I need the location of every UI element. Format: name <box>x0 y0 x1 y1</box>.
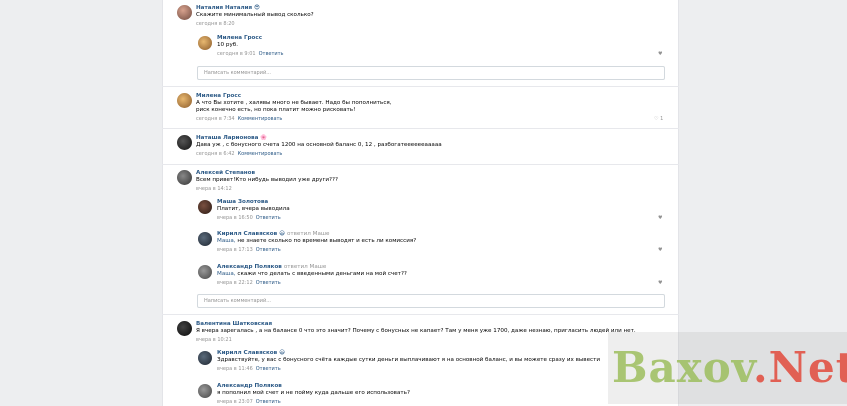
like-icon[interactable]: ♥ <box>658 51 662 57</box>
comment-time[interactable]: сегодня в 6:42 <box>196 151 235 157</box>
reply-text: я пополнил мой счет и не пойму куда даль… <box>217 390 410 396</box>
avatar[interactable] <box>177 93 192 108</box>
reply-time[interactable]: вчера в 17:13 <box>217 247 253 253</box>
comment-input[interactable]: Написать комментарий... <box>197 294 665 308</box>
reply-author[interactable]: Маша Золотова <box>217 199 268 205</box>
comment-time[interactable]: вчера в 10:21 <box>196 337 232 343</box>
comment-text: Я вчера зарегалась , а на балансе 0 что … <box>196 328 636 334</box>
like-icon[interactable]: ♥ <box>658 247 662 253</box>
avatar[interactable] <box>198 36 212 50</box>
divider <box>162 86 679 87</box>
reply-button[interactable]: Ответить <box>256 366 281 372</box>
reply-meta: вчера в 16:50 Ответить <box>217 215 281 221</box>
reply-meta: вчера в 22:12 Ответить <box>217 280 281 286</box>
reply-text: 10 руб. <box>217 42 238 48</box>
comment-author[interactable]: Валентина Шатковская <box>196 321 272 327</box>
avatar[interactable] <box>198 351 212 365</box>
comment-author[interactable]: Милена Гросс <box>196 93 241 99</box>
avatar[interactable] <box>198 232 212 246</box>
divider <box>162 164 679 165</box>
reply-text: Маша, не знаете сколько по времени вывод… <box>217 238 416 245</box>
reply-time[interactable]: вчера в 22:12 <box>217 280 253 286</box>
like-icon[interactable]: ♥ <box>658 215 662 221</box>
reply-body: скажи что делать с введенными деньгами н… <box>235 271 407 277</box>
reply-time[interactable]: сегодня в 9:01 <box>217 51 256 57</box>
watermark-logo: Baxov.Net <box>612 343 847 392</box>
avatar[interactable] <box>177 5 192 20</box>
comment-time[interactable]: вчера в 14:12 <box>196 186 232 192</box>
comment-time[interactable]: сегодня в 8:20 <box>196 21 235 27</box>
reply-text: Платит, вчера выводила <box>217 206 290 212</box>
reply-body: не знаете сколько по времени выводят и е… <box>235 238 417 244</box>
like-icon[interactable]: ♥ <box>658 280 662 286</box>
watermark-dot: . <box>752 343 769 392</box>
watermark-part2: Net <box>768 343 847 392</box>
comment-input[interactable]: Написать комментарий... <box>197 66 665 80</box>
reply-to-label: ответил Маше <box>286 231 330 237</box>
comment-action-button[interactable]: Комментировать <box>238 151 283 157</box>
reply-button[interactable]: Ответить <box>256 247 281 253</box>
reply-button[interactable]: Ответить <box>259 51 284 57</box>
reply-author[interactable]: Милена Гросс <box>217 35 262 41</box>
comment-text: Дава уж , с бонусного счета 1200 на осно… <box>196 142 442 148</box>
avatar[interactable] <box>198 200 212 214</box>
reply-author[interactable]: Александр Поляков <box>217 383 282 389</box>
avatar[interactable] <box>198 265 212 279</box>
reply-meta: вчера в 17:13 Ответить <box>217 247 281 253</box>
mention-link[interactable]: Маша, <box>217 271 236 277</box>
comment-text: Скажите минимальный вывод сколько? <box>196 12 314 18</box>
comment-action-button[interactable]: Комментировать <box>238 116 283 122</box>
reply-button[interactable]: Ответить <box>256 399 281 405</box>
comment-author[interactable]: Наташа Ларионова 🌸 <box>196 135 267 141</box>
comment-author[interactable]: Наталия Наталия 😎 <box>196 5 260 11</box>
reply-to-label: ответил Маше <box>283 264 327 270</box>
comment-time[interactable]: сегодня в 7:34 <box>196 116 235 122</box>
reply-button[interactable]: Ответить <box>256 280 281 286</box>
comment-text: Всем привет!Кто нибудь выводил уже други… <box>196 177 338 183</box>
comment-text-line: риск конечно есть, но пока платит можно … <box>196 107 356 113</box>
avatar[interactable] <box>198 384 212 398</box>
comment-author[interactable]: Алексей Степанов <box>196 170 255 176</box>
reply-time[interactable]: вчера в 16:50 <box>217 215 253 221</box>
avatar[interactable] <box>177 170 192 185</box>
comment-meta: сегодня в 6:42 Комментировать <box>196 151 282 157</box>
reply-text: Здравствуйте, у вас с бонусного счёта ка… <box>217 357 600 363</box>
reply-author-name[interactable]: Александр Поляков <box>217 264 282 270</box>
avatar[interactable] <box>177 135 192 150</box>
reply-meta: вчера в 11:46 Ответить <box>217 366 281 372</box>
reply-text: Маша, скажи что делать с введенными день… <box>217 271 407 278</box>
reply-author[interactable]: Кирилл Славясков 😃 <box>217 350 285 356</box>
reply-time[interactable]: вчера в 23:07 <box>217 399 253 405</box>
reply-author: Кирилл Славясков 😃 ответил Маше <box>217 231 329 237</box>
reply-button[interactable]: Ответить <box>256 215 281 221</box>
reply-author: Александр Поляков ответил Маше <box>217 264 326 270</box>
reply-time[interactable]: вчера в 11:46 <box>217 366 253 372</box>
divider <box>162 314 679 315</box>
like-icon[interactable]: ♡ 1 <box>654 116 663 122</box>
reply-author-name[interactable]: Кирилл Славясков 😃 <box>217 231 285 237</box>
mention-link[interactable]: Маша, <box>217 238 236 244</box>
watermark-part1: Baxov <box>612 343 753 392</box>
comment-meta: сегодня в 7:34 Комментировать <box>196 116 282 122</box>
reply-meta: вчера в 23:07 Ответить <box>217 399 281 405</box>
reply-meta: сегодня в 9:01 Ответить <box>217 51 284 57</box>
divider <box>162 128 679 129</box>
avatar[interactable] <box>177 321 192 336</box>
